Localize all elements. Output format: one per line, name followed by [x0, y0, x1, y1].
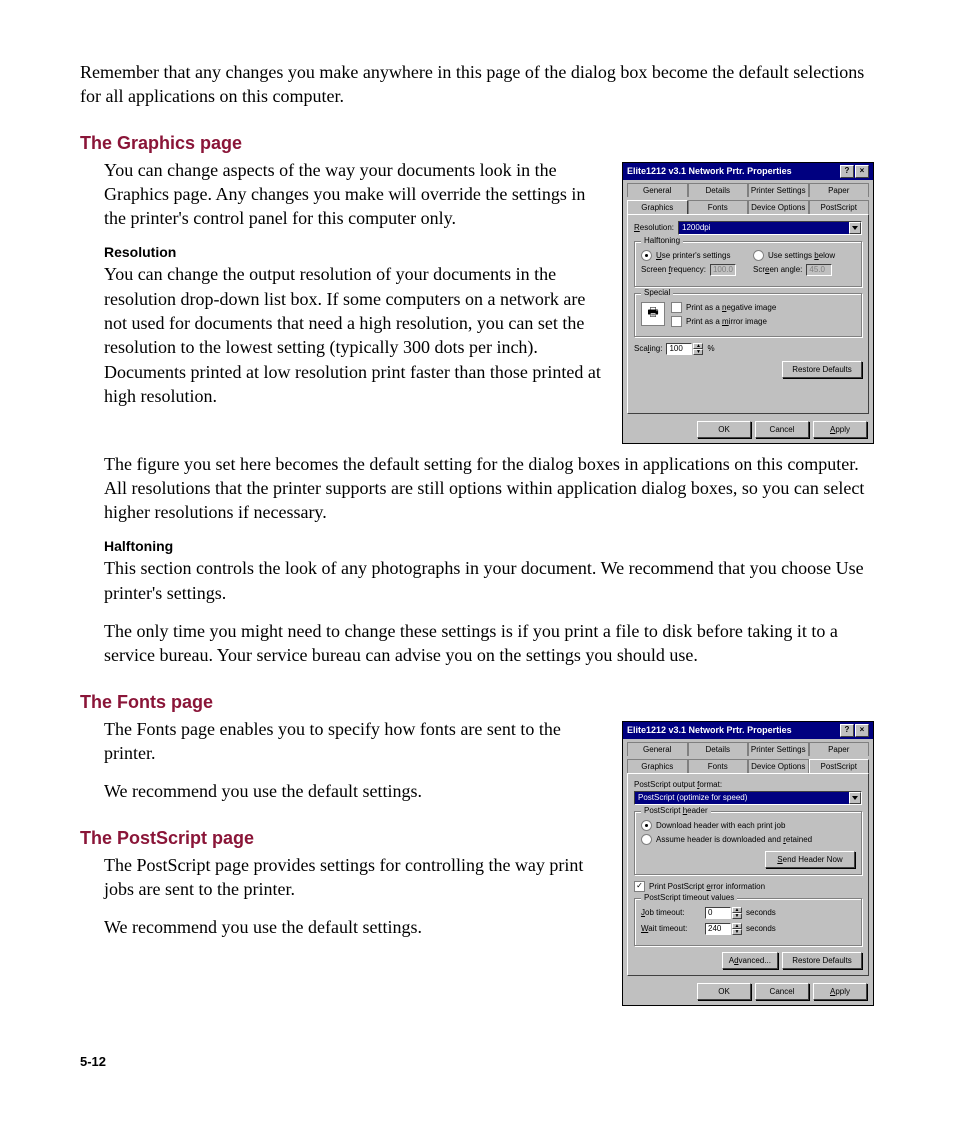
- tab-device-options-2[interactable]: Device Options: [748, 759, 809, 773]
- job-timeout-input[interactable]: 0: [705, 907, 731, 919]
- radio-download-header[interactable]: Download header with each print job: [641, 820, 855, 831]
- restore-defaults-button[interactable]: Restore Defaults: [782, 361, 862, 378]
- special-icon: 🖶: [641, 302, 665, 326]
- heading-graphics: The Graphics page: [80, 133, 874, 154]
- help-button[interactable]: ?: [840, 165, 854, 178]
- resolution-value: 1200dpi: [679, 222, 849, 234]
- dialog-button-row: OK Cancel Apply: [623, 417, 873, 443]
- seconds-label-2: seconds: [746, 924, 776, 933]
- tab-body-postscript: PostScript output format: PostScript (op…: [627, 773, 869, 976]
- seconds-label-1: seconds: [746, 908, 776, 917]
- tab-device-options[interactable]: Device Options: [748, 200, 809, 214]
- check-print-error[interactable]: ✓Print PostScript error information: [634, 881, 862, 892]
- apply-button-2[interactable]: Apply: [813, 983, 867, 1000]
- screen-freq-input: 100.0: [710, 264, 736, 276]
- tab-printer-settings[interactable]: Printer Settings: [748, 183, 809, 197]
- tabs-row-2b: Graphics Fonts Device Options PostScript: [627, 759, 869, 773]
- scaling-spinner[interactable]: ▲▼: [693, 343, 703, 355]
- restore-defaults-button-2[interactable]: Restore Defaults: [782, 952, 862, 969]
- chevron-down-icon-2[interactable]: [849, 792, 861, 804]
- halftoning-para1: This section controls the look of any ph…: [104, 556, 874, 605]
- check-mirror[interactable]: Print as a mirror image: [671, 316, 776, 327]
- radio-assume-header[interactable]: Assume header is downloaded and retained: [641, 834, 855, 845]
- halftoning-group: Halftoning Use printer's settings Use se…: [634, 241, 862, 287]
- tabs-row-1b: General Details Printer Settings Paper: [627, 742, 869, 756]
- subhead-halftoning: Halftoning: [104, 538, 874, 554]
- dialog-title-2: Elite1212 v3.1 Network Prtr. Properties: [627, 725, 839, 735]
- tabs-row-1: General Details Printer Settings Paper: [627, 183, 869, 197]
- help-button-2[interactable]: ?: [840, 724, 854, 737]
- dialog-titlebar: Elite1212 v3.1 Network Prtr. Properties …: [623, 163, 873, 180]
- dialog-titlebar-2: Elite1212 v3.1 Network Prtr. Properties …: [623, 722, 873, 739]
- scaling-unit: %: [707, 344, 714, 353]
- resolution-para2: The figure you set here becomes the defa…: [104, 452, 874, 525]
- tab-body-graphics: Resolution: 1200dpi Halftoning Use print…: [627, 214, 869, 414]
- radio-use-below[interactable]: Use settings below: [753, 250, 855, 261]
- ok-button-2[interactable]: OK: [697, 983, 751, 1000]
- wait-timeout-input[interactable]: 240: [705, 923, 731, 935]
- tabs-row-2: Graphics Fonts Device Options PostScript: [627, 200, 869, 214]
- close-button-2[interactable]: ×: [855, 724, 869, 737]
- tab-postscript-2[interactable]: PostScript: [809, 759, 870, 773]
- chevron-down-icon[interactable]: [849, 222, 861, 234]
- output-format-value: PostScript (optimize for speed): [635, 792, 849, 804]
- tab-printer-settings-2[interactable]: Printer Settings: [748, 742, 809, 756]
- close-button[interactable]: ×: [855, 165, 869, 178]
- tab-paper-2[interactable]: Paper: [809, 742, 870, 756]
- heading-fonts: The Fonts page: [80, 692, 874, 713]
- tab-graphics-2[interactable]: Graphics: [627, 759, 688, 773]
- tab-details-2[interactable]: Details: [688, 742, 749, 756]
- send-header-button[interactable]: Send Header Now: [765, 851, 855, 868]
- header-group: PostScript header Download header with e…: [634, 811, 862, 875]
- check-negative[interactable]: Print as a negative image: [671, 302, 776, 313]
- resolution-combo[interactable]: 1200dpi: [678, 221, 862, 235]
- timeout-group: PostScript timeout values Job timeout: 0…: [634, 898, 862, 946]
- dialog-button-row-2: OK Cancel Apply: [623, 979, 873, 1005]
- halftoning-label: Halftoning: [641, 236, 683, 245]
- screen-angle-input: 45.0: [806, 264, 832, 276]
- cancel-button-2[interactable]: Cancel: [755, 983, 809, 1000]
- screen-angle-label: Screen angle:: [753, 265, 802, 274]
- tab-general-2[interactable]: General: [627, 742, 688, 756]
- job-spinner[interactable]: ▲▼: [732, 907, 742, 919]
- page-number: 5-12: [80, 1054, 874, 1069]
- wait-timeout-label: Wait timeout:: [641, 924, 701, 933]
- apply-button[interactable]: Apply: [813, 421, 867, 438]
- dialog-graphics: Elite1212 v3.1 Network Prtr. Properties …: [622, 162, 874, 444]
- special-label: Special: [641, 288, 673, 297]
- scaling-input[interactable]: 100: [666, 343, 692, 355]
- resolution-label: Resolution:: [634, 223, 674, 232]
- ok-button[interactable]: OK: [697, 421, 751, 438]
- radio-use-printer[interactable]: Use printer's settings: [641, 250, 743, 261]
- cancel-button[interactable]: Cancel: [755, 421, 809, 438]
- wait-spinner[interactable]: ▲▼: [732, 923, 742, 935]
- dialog-postscript: Elite1212 v3.1 Network Prtr. Properties …: [622, 721, 874, 1006]
- tab-fonts-2[interactable]: Fonts: [688, 759, 749, 773]
- job-timeout-label: Job timeout:: [641, 908, 701, 917]
- halftoning-para2: The only time you might need to change t…: [104, 619, 874, 668]
- special-group: Special 🖶 Print as a negative image Prin…: [634, 293, 862, 337]
- tab-general[interactable]: General: [627, 183, 688, 197]
- scaling-label: Scaling:: [634, 344, 662, 353]
- tab-fonts[interactable]: Fonts: [688, 200, 749, 214]
- screen-freq-label: Screen frequency:: [641, 265, 706, 274]
- advanced-button[interactable]: Advanced...: [722, 952, 778, 969]
- output-format-label: PostScript output format:: [634, 780, 858, 789]
- header-group-label: PostScript header: [641, 806, 711, 815]
- tab-details[interactable]: Details: [688, 183, 749, 197]
- intro-paragraph: Remember that any changes you make anywh…: [80, 60, 874, 109]
- tab-postscript[interactable]: PostScript: [809, 200, 870, 214]
- dialog-title: Elite1212 v3.1 Network Prtr. Properties: [627, 166, 839, 176]
- tab-paper[interactable]: Paper: [809, 183, 870, 197]
- tab-graphics[interactable]: Graphics: [627, 200, 688, 214]
- timeout-group-label: PostScript timeout values: [641, 893, 737, 902]
- output-format-combo[interactable]: PostScript (optimize for speed): [634, 791, 862, 805]
